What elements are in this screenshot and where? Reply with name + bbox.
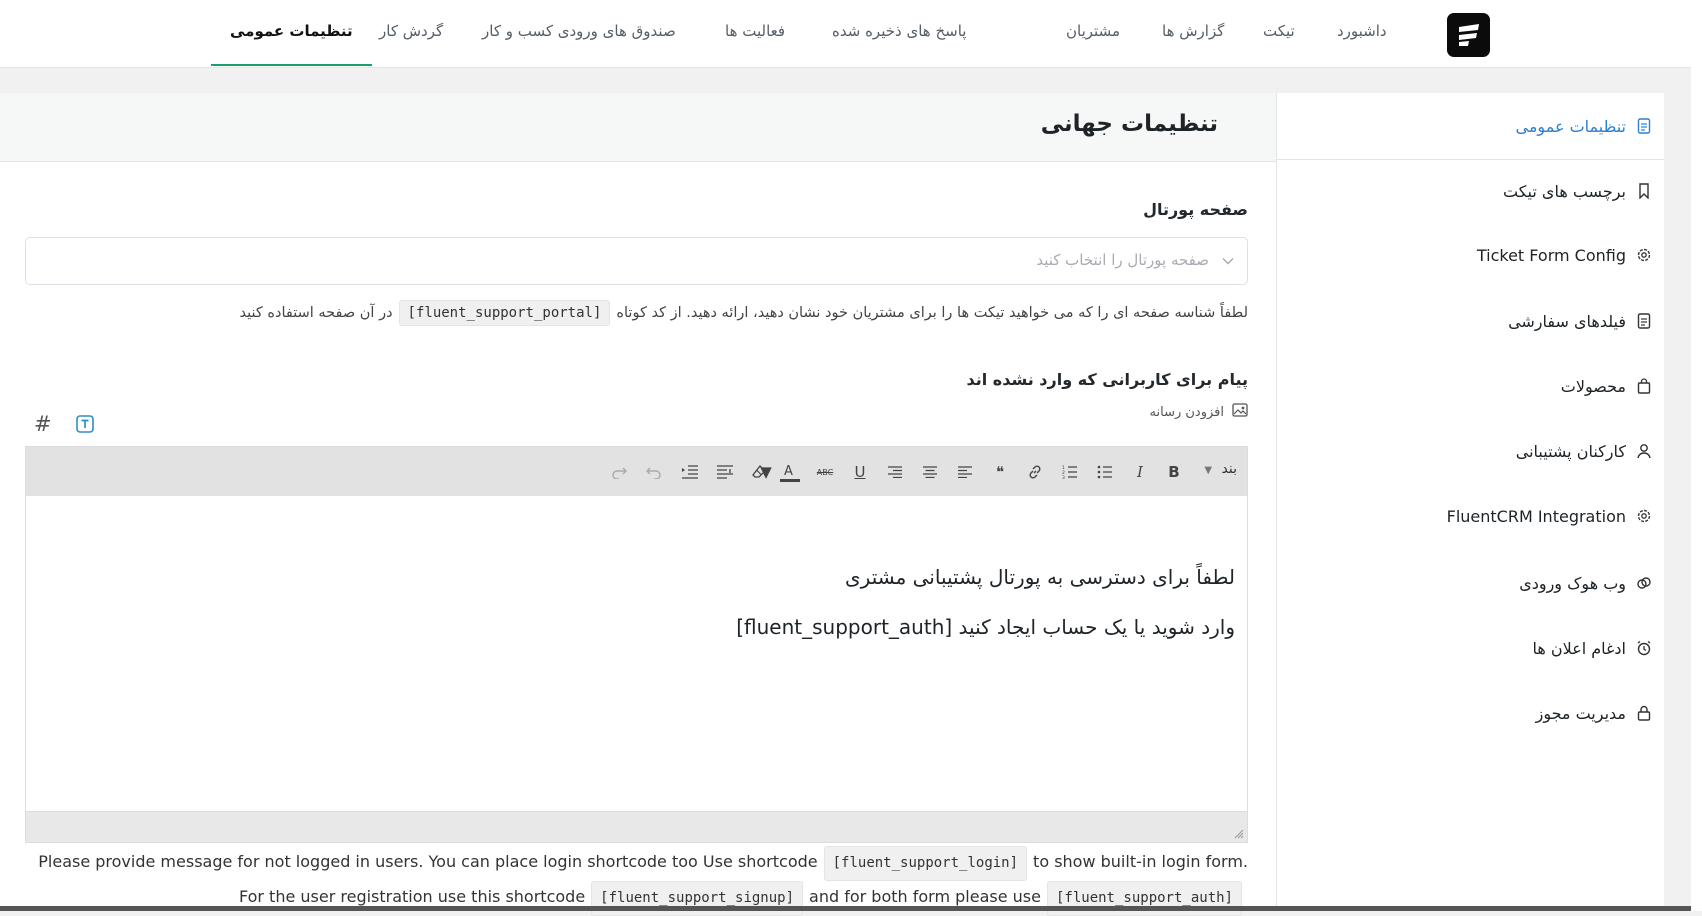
sidebar-item-products[interactable]: محصولات	[1277, 354, 1664, 418]
add-media-button[interactable]: افزودن رسانه	[1150, 402, 1248, 422]
document-icon	[1636, 118, 1652, 134]
svg-text:A: A	[784, 464, 793, 479]
link-icon[interactable]	[1022, 460, 1048, 484]
window-right-edge	[1691, 0, 1702, 911]
portal-help-text: لطفاً شناسه صفحه ای را که می خواهید تیکت…	[240, 300, 1248, 326]
editor-statusbar	[26, 811, 1247, 842]
image-icon	[1232, 402, 1248, 422]
sidebar-item-label: مدیریت مجوز	[1535, 703, 1626, 723]
text-smartcode-icon[interactable]	[75, 414, 95, 434]
svg-text:3: 3	[1062, 475, 1065, 479]
sidebar-item-label: FluentCRM Integration	[1446, 506, 1626, 526]
sidebar-item-label: ادغام اعلان ها	[1532, 638, 1627, 658]
sidebar-item-label: برچسب های تیکت	[1503, 181, 1626, 201]
help-part-3: For the user registration use this short…	[238, 887, 586, 906]
sidebar-item-custom-fields[interactable]: فیلدهای سفارشی	[1277, 289, 1664, 353]
align-center-icon[interactable]	[917, 460, 943, 484]
sidebar-item-notification-integrations[interactable]: ادغام اعلان ها	[1277, 616, 1664, 680]
portal-help-before: لطفاً شناسه صفحه ای را که می خواهید تیکت…	[616, 305, 1248, 321]
message-editor: بند ▼ B I 123 ❝ U ABC A ▼ لطفاً برای دست…	[25, 446, 1248, 843]
help-part-2: to show built-in login form.	[1033, 852, 1248, 871]
bottom-edge	[0, 906, 1691, 911]
nav-business-inboxes[interactable]: صندوق های ورودی کسب و کار	[482, 0, 676, 66]
login-shortcode: [fluent_support_login]	[823, 846, 1028, 881]
nav-activities[interactable]: فعالیت ها	[725, 0, 785, 66]
gear-icon	[1636, 247, 1652, 263]
sidebar-item-general-settings[interactable]: تنظیمات عمومی	[1277, 93, 1664, 160]
portal-page-label: صفحه پورتال	[1143, 200, 1248, 219]
alarm-icon	[1636, 640, 1652, 656]
panel-header: تنظیمات جهانی	[0, 93, 1276, 162]
editor-toolbar: بند ▼ B I 123 ❝ U ABC A ▼	[26, 447, 1247, 497]
gear-icon	[1636, 508, 1652, 524]
eraser-icon[interactable]	[746, 460, 772, 484]
bold-button[interactable]: B	[1161, 460, 1187, 484]
settings-form: صفحه پورتال صفحه پورتال را انتخاب کنید ل…	[0, 162, 1276, 916]
sidebar-item-label: تنظیمات عمومی	[1515, 116, 1626, 136]
sidebar-item-label: محصولات	[1560, 376, 1626, 396]
help-part-1: Please provide message for not logged in…	[38, 852, 818, 871]
sidebar-item-label: فیلدهای سفارشی	[1508, 311, 1626, 331]
nav-tickets[interactable]: تیکت	[1263, 0, 1295, 66]
portal-page-placeholder: صفحه پورتال را انتخاب کنید	[1036, 251, 1209, 269]
fluent-support-logo[interactable]	[1447, 13, 1490, 57]
sidebar-item-fluentcrm-integration[interactable]: FluentCRM Integration	[1277, 484, 1664, 548]
align-right-icon[interactable]	[882, 460, 908, 484]
message-help-line-1: Please provide message for not logged in…	[18, 846, 1248, 881]
underline-icon[interactable]: U	[847, 460, 873, 484]
strikethrough-icon[interactable]: ABC	[812, 460, 838, 484]
portal-help-after: در آن صفحه استفاده کنید	[239, 305, 393, 321]
nav-saved-replies[interactable]: پاسخ های ذخیره شده	[832, 0, 966, 66]
caret-down-icon: ▼	[1204, 465, 1213, 476]
help-part-4: and for both form please use	[809, 887, 1041, 906]
page-title: تنظیمات جهانی	[1040, 111, 1218, 137]
format-select[interactable]: بند ▼	[1204, 461, 1237, 477]
logged-out-message-label: پیام برای کاربرانی که وارد نشده اند	[966, 370, 1248, 389]
numbered-list-icon[interactable]: 123	[1057, 460, 1083, 484]
sidebar-item-ticket-form-config[interactable]: Ticket Form Config	[1277, 223, 1664, 287]
top-navigation-bar: داشبورد تیکت گزارش ها مشتریان پاسخ های ذ…	[0, 0, 1691, 68]
message-line-1: لطفاً برای دسترسی به پورتال پشتیبانی مشت…	[845, 565, 1235, 589]
nav-dashboard[interactable]: داشبورد	[1337, 0, 1387, 66]
sidebar-item-license-management[interactable]: مدیریت مجوز	[1277, 681, 1664, 745]
undo-icon[interactable]	[641, 460, 667, 484]
bag-icon	[1636, 378, 1652, 394]
editor-content[interactable]: لطفاً برای دسترسی به پورتال پشتیبانی مشت…	[26, 496, 1247, 810]
message-line-2: وارد شوید یا یک حساب ایجاد کنید [fluent_…	[736, 615, 1235, 639]
resize-handle-icon	[1234, 829, 1244, 839]
user-icon	[1636, 443, 1652, 459]
add-media-label: افزودن رسانه	[1149, 404, 1224, 420]
chevron-down-icon	[1221, 253, 1235, 272]
indent-icon[interactable]	[677, 460, 703, 484]
paste-text-icon[interactable]	[712, 460, 738, 484]
align-left-icon[interactable]	[952, 460, 978, 484]
lock-icon	[1636, 705, 1652, 721]
sidebar-item-label: Ticket Form Config	[1476, 245, 1626, 265]
document-icon	[1636, 313, 1652, 329]
nav-customers[interactable]: مشتریان	[1066, 0, 1120, 66]
nav-reports[interactable]: گزارش ها	[1162, 0, 1224, 66]
sidebar-item-label: وب هوک ورودی	[1519, 573, 1626, 593]
nav-global-settings[interactable]: تنظیمات عمومی	[211, 0, 372, 66]
sidebar-item-support-staff[interactable]: کارکنان پشتیبانی	[1277, 419, 1664, 483]
link-icon	[1636, 575, 1652, 591]
bookmark-icon	[1636, 183, 1652, 199]
sidebar-item-ticket-tags[interactable]: برچسب های تیکت	[1277, 159, 1664, 223]
sidebar-item-incoming-webhook[interactable]: وب هوک ورودی	[1277, 551, 1664, 615]
nav-workflows[interactable]: گردش کار	[379, 0, 443, 66]
format-select-label: بند	[1221, 461, 1237, 477]
text-color-icon[interactable]: A	[777, 460, 803, 484]
sidebar-item-label: کارکنان پشتیبانی	[1515, 441, 1626, 461]
blockquote-icon[interactable]: ❝	[987, 460, 1013, 484]
italic-button[interactable]: I	[1127, 460, 1153, 484]
settings-sidebar: تنظیمات عمومی برچسب های تیکت Ticket Form…	[1276, 93, 1664, 911]
portal-shortcode: [fluent_support_portal]	[398, 300, 611, 326]
redo-icon[interactable]	[606, 460, 632, 484]
logo-mark-icon	[1458, 24, 1479, 46]
hash-icon[interactable]: #	[34, 412, 52, 436]
bullet-list-icon[interactable]	[1092, 460, 1118, 484]
portal-page-select[interactable]: صفحه پورتال را انتخاب کنید	[25, 237, 1248, 285]
